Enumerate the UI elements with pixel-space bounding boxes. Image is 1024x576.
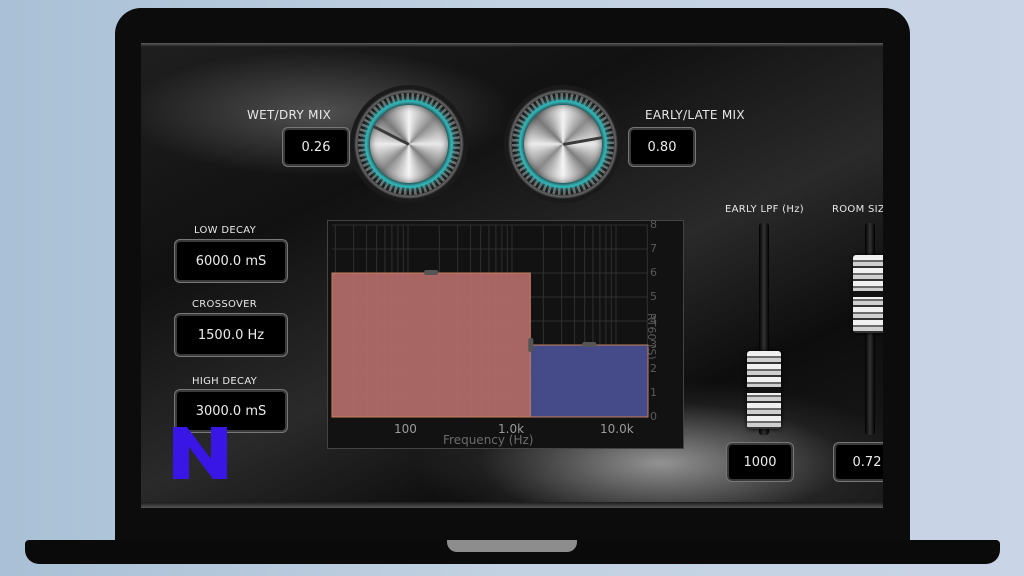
y-tick-label: 1: [650, 386, 657, 399]
early-late-value[interactable]: 0.80: [629, 128, 695, 166]
x-tick-100: 100: [394, 422, 417, 436]
early-late-knob[interactable]: [504, 85, 622, 203]
y-tick-label: 5: [650, 290, 657, 303]
plugin-window: WET/DRY MIX 0.26 EARLY/LATE MIX 0.80 LOW…: [141, 43, 883, 508]
room-size-label: ROOM SIZ: [832, 204, 883, 215]
x-axis-label: Frequency (Hz): [443, 433, 534, 447]
low-decay-label: LOW DECAY: [194, 225, 257, 236]
y-axis-label: RT60 (S): [645, 313, 658, 360]
high-decay-label: HIGH DECAY: [192, 376, 258, 387]
wet-dry-knob[interactable]: [350, 85, 468, 203]
y-tick-label: 0: [650, 410, 657, 423]
wet-dry-label: WET/DRY MIX: [247, 108, 332, 122]
brand-logo: [173, 427, 227, 479]
crossover-value[interactable]: 1500.0 Hz: [175, 314, 287, 356]
early-lpf-label: EARLY LPF (Hz): [725, 204, 804, 215]
x-tick-10k: 10.0k: [600, 422, 634, 436]
decay-graph[interactable]: 876543210 100 1.0k 10.0k Frequency (Hz) …: [327, 218, 684, 449]
early-lpf-value[interactable]: 1000: [727, 443, 793, 481]
early-late-label: EARLY/LATE MIX: [645, 108, 745, 122]
y-tick-label: 8: [650, 218, 657, 231]
high-band-bar[interactable]: [529, 344, 649, 418]
laptop-notch: [447, 540, 577, 552]
early-lpf-thumb[interactable]: [747, 351, 781, 429]
crossover-handle[interactable]: [528, 338, 534, 352]
room-size-value[interactable]: 0.72: [834, 443, 883, 481]
crossover-label: CROSSOVER: [192, 299, 257, 310]
y-tick-label: 2: [650, 362, 657, 375]
low-band-bar[interactable]: [331, 272, 531, 418]
wet-dry-value[interactable]: 0.26: [283, 128, 349, 166]
low-decay-value[interactable]: 6000.0 mS: [175, 240, 287, 282]
y-tick-label: 6: [650, 266, 657, 279]
room-size-thumb[interactable]: [853, 255, 883, 333]
y-tick-label: 7: [650, 242, 657, 255]
high-decay-handle[interactable]: [582, 342, 597, 347]
low-decay-handle[interactable]: [424, 270, 439, 275]
decay-graph-svg: [331, 224, 649, 418]
